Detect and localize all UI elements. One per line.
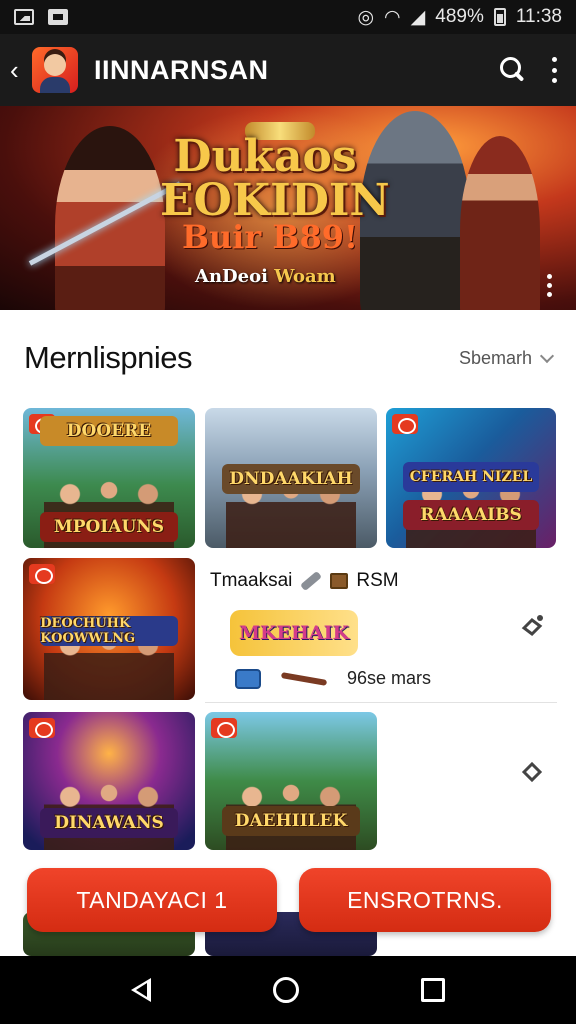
wifi-icon: ◠ xyxy=(384,6,401,28)
system-nav-bar xyxy=(0,956,576,1024)
game-tile[interactable]: DINAWANS xyxy=(23,712,195,850)
tile-subtitle: RAAAAIBS xyxy=(403,500,539,530)
nav-recents-icon[interactable] xyxy=(421,978,445,1002)
hero-tagline-b: Woam xyxy=(274,266,336,287)
secondary-action-button[interactable]: ENSROTRNS. xyxy=(299,868,551,932)
tile-title: DAEHIILEK xyxy=(222,806,360,836)
screen: ◎ ◠ ◢ 489% 11:38 ‹ IINNARNSAN Dukaos EOK… xyxy=(0,0,576,1024)
detail-logo: MKEHAIK xyxy=(230,610,358,656)
share-icon[interactable] xyxy=(518,612,546,640)
game-tile[interactable]: DNDAAKIAH xyxy=(205,408,377,548)
nav-home-icon[interactable] xyxy=(273,977,299,1003)
tile-title: MPOIAUNS xyxy=(40,512,178,542)
game-tile[interactable]: DAEHIILEK xyxy=(205,712,377,850)
hero-tagline-a: AnDeoi xyxy=(195,266,268,287)
wrench-icon xyxy=(300,570,323,592)
sort-dropdown[interactable]: Sbemarh xyxy=(458,347,555,369)
staff-icon xyxy=(280,671,328,686)
signal-icon: ◢ xyxy=(410,6,426,28)
tile-title: DEOCHUHK KOOWWLNG xyxy=(40,616,178,646)
section-title: Mernlispnies xyxy=(24,340,193,375)
nav-back-icon[interactable] xyxy=(131,978,151,1002)
detail-meta: 96se mars xyxy=(347,668,432,688)
chevron-down-icon xyxy=(539,348,555,363)
hero-tagline: AnDeoi Woam xyxy=(195,266,336,287)
section-header: Mernlispnies Sbemarh xyxy=(24,340,555,376)
divider xyxy=(205,702,557,703)
badge-icon xyxy=(29,564,55,584)
tile-band: DOOERE xyxy=(40,416,178,446)
gallery-icon xyxy=(14,9,34,25)
game-tile[interactable]: DEOCHUHK KOOWWLNG xyxy=(23,558,195,700)
hero-title-line3: Buir B89! xyxy=(181,218,359,256)
notification-icon xyxy=(48,9,68,25)
tile-title: DINAWANS xyxy=(40,808,178,838)
game-tile[interactable]: CFERAH NIZEL RAAAAIBS xyxy=(386,408,556,548)
sort-label: Sbemarh xyxy=(458,347,532,368)
search-icon[interactable] xyxy=(500,57,526,83)
clock: 11:38 xyxy=(515,6,562,27)
badge-icon xyxy=(211,718,237,738)
hero-title-line1: Dukaos xyxy=(173,131,357,182)
tile-title: CFERAH NIZEL xyxy=(403,462,539,492)
chest-icon xyxy=(330,573,349,589)
back-arrow-icon[interactable]: ‹ xyxy=(10,55,30,86)
battery-icon xyxy=(493,8,506,26)
banner-menu-icon[interactable] xyxy=(547,274,552,297)
app-title: IINNARNSAN xyxy=(94,54,269,85)
status-bar: ◎ ◠ ◢ 489% 11:38 xyxy=(0,0,576,34)
primary-action-button[interactable]: TANDAYACI 1 xyxy=(27,868,277,932)
overflow-menu-icon[interactable] xyxy=(552,57,558,83)
hero-banner[interactable]: Dukaos EOKIDIN Buir B89! AnDeoi Woam xyxy=(0,106,576,310)
game-tile[interactable]: DOOERE MPOIAUNS xyxy=(23,408,195,548)
badge-icon xyxy=(29,718,55,738)
badge-icon xyxy=(392,414,418,434)
app-icon xyxy=(32,47,78,93)
detail-size: RSM xyxy=(356,570,399,591)
share-icon[interactable] xyxy=(518,758,546,786)
detail-title: Tmaaksai xyxy=(210,570,293,591)
battery-percent: 489% xyxy=(435,6,484,27)
tile-title: DNDAAKIAH xyxy=(222,464,360,494)
app-bar: ‹ IINNARNSAN xyxy=(0,34,576,106)
game-detail[interactable]: Tmaaksai RSM MKEHAIK 96se mars xyxy=(205,560,557,700)
item-box-icon xyxy=(235,668,261,689)
alarm-icon: ◎ xyxy=(357,6,375,28)
hero-warrior xyxy=(460,136,540,310)
